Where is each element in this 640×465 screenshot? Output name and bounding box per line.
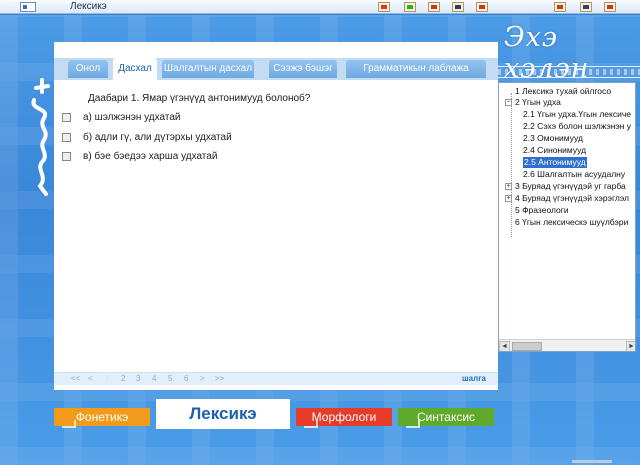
pager-first[interactable]: <<: [71, 374, 80, 383]
expand-icon[interactable]: +: [505, 195, 512, 202]
section-label: Фонетикэ: [75, 410, 129, 424]
document-icon[interactable]: [428, 2, 440, 12]
tree-viewport: 1 Лексикэ тухай ойлгосо − 2 Үгын удха 2.…: [499, 83, 635, 339]
pager-page[interactable]: 6: [184, 374, 188, 383]
scroll-thumb[interactable]: [512, 342, 542, 351]
document-icon[interactable]: [554, 2, 566, 12]
answer-label: б) адли гү, али дүтэрхы удхатай: [83, 132, 232, 143]
question-text: Даабари 1. Ямар үгэнүүд антонимууд болон…: [88, 93, 311, 104]
tab-exercise[interactable]: Дасхал: [113, 58, 157, 80]
tree-node-label: 5 Фразеологи: [515, 205, 569, 215]
ornament-band: [498, 66, 640, 78]
section-lexicon-button[interactable]: Лексикэ: [156, 399, 290, 429]
mongolian-script-ornament: [31, 78, 50, 196]
answer-checkbox[interactable]: [62, 152, 71, 161]
scroll-right-icon[interactable]: ►: [626, 341, 635, 351]
spreadsheet-icon[interactable]: [404, 2, 416, 12]
answer-label: в) бэе бэедээ харша удхатай: [83, 151, 218, 162]
pagination: << < 1 2 3 4 5 6 > >> шалга: [54, 372, 498, 385]
tree-node-label: 2.6 Шалгалтын асуудалну: [523, 169, 626, 179]
tree-node-label: 1 Лексикэ тухай ойлгосо: [515, 86, 612, 96]
answer-checkbox[interactable]: [62, 133, 71, 142]
tree-connector: [511, 93, 512, 237]
ornament-swirl-icon: [62, 420, 76, 428]
tree-node-label: 2.5 Антонимууд: [523, 157, 587, 168]
app-window-icon: [20, 2, 36, 12]
answer-checkbox[interactable]: [62, 113, 71, 122]
ornament-swirl-icon: [406, 420, 420, 428]
tree-node-label: 2.2 Сэхэ болон шэлжэнэн у: [523, 121, 632, 131]
tree-node-label: 6 Үгын лексическэ шуүлбэри: [515, 217, 629, 227]
collapse-icon[interactable]: −: [505, 99, 512, 106]
tab-theory[interactable]: Онол: [68, 60, 108, 78]
tab-dictation[interactable]: Сээжэ бэшэг: [269, 60, 337, 78]
tree-node-label: 2 Үгын удха: [515, 97, 561, 107]
pager-page[interactable]: 2: [121, 374, 125, 383]
pager-next[interactable]: >: [200, 374, 205, 383]
pager-page[interactable]: 3: [136, 374, 140, 383]
tools-icon[interactable]: [476, 2, 488, 12]
scroll-left-icon[interactable]: ◄: [499, 341, 510, 351]
tab-grammar-lab[interactable]: Грамматикын лаблажа: [346, 60, 486, 78]
answer-label: а) шэлжэнэн удхатай: [83, 112, 181, 123]
tree-node-label: 2.3 Омонимууд: [523, 133, 583, 143]
tree-node-label: 2.4 Синонимууд: [523, 145, 587, 155]
exercise-panel: Онол Дасхал Шалгалтын дасхал Сээжэ бэшэг…: [54, 42, 498, 390]
mail-icon[interactable]: [452, 2, 464, 12]
window-title: Лексикэ: [70, 1, 107, 12]
pager-page[interactable]: 5: [168, 374, 172, 383]
window-titlebar: Лексикэ: [0, 0, 640, 14]
horizontal-scrollbar[interactable]: ◄ ►: [499, 339, 635, 351]
section-label: Синтаксис: [416, 410, 476, 424]
status-bar: [572, 460, 612, 463]
tree-node-label: 3 Буряад үгэнүүдэй уг гарба: [515, 181, 626, 191]
section-label: Морфологи: [311, 410, 377, 424]
book-icon[interactable]: [378, 2, 390, 12]
pager-last[interactable]: >>: [215, 374, 224, 383]
section-label: Лексикэ: [189, 404, 257, 423]
pager-page[interactable]: 4: [152, 374, 156, 383]
people-icon[interactable]: [580, 2, 592, 12]
tree-node-label: 4 Буряад үгэнүүдэй хэрэглэл: [515, 193, 629, 203]
close-icon[interactable]: [604, 2, 616, 12]
contents-tree: 1 Лексикэ тухай ойлгосо − 2 Үгын удха 2.…: [498, 82, 636, 352]
expand-icon[interactable]: +: [505, 183, 512, 190]
pager-prev[interactable]: <: [88, 374, 93, 383]
tab-test-exercise[interactable]: Шалгалтын дасхал: [162, 60, 254, 78]
ornament-swirl-icon: [304, 420, 318, 428]
tree-node-label: 2.1 Үгын удха.Үгын лексиче: [523, 109, 631, 119]
pager-page[interactable]: 1: [105, 374, 109, 383]
check-link[interactable]: шалга: [462, 374, 486, 383]
